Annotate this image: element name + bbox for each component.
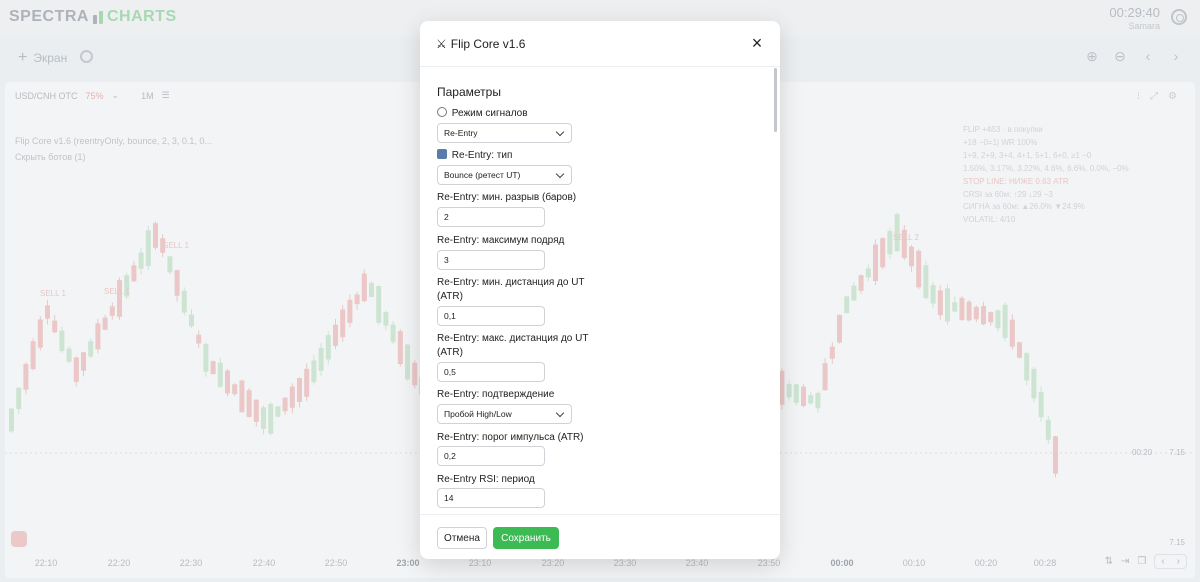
field-label-max-distance: Re-Entry: макс. дистанция до UT (ATR) — [437, 333, 589, 358]
dialog-footer: Отмена Сохранить — [420, 514, 780, 559]
select-value: Bounce (ретест UT) — [444, 170, 521, 180]
field-label-min-distance: Re-Entry: мин. дистанция до UT (ATR) — [437, 277, 585, 302]
dialog-body[interactable]: Параметры Режим сигналов Re-Entry Re-Ent… — [420, 68, 780, 514]
rsi-period-input[interactable]: 14 — [437, 488, 545, 508]
refresh-icon — [437, 149, 447, 159]
scrollbar-track[interactable] — [772, 68, 778, 514]
dialog-title-text: Flip Core v1.6 — [450, 37, 526, 51]
max-in-row-input[interactable]: 3 — [437, 250, 545, 270]
field-label-confirmation: Re-Entry: подтверждение — [437, 389, 555, 400]
field-label-max-in-row: Re-Entry: максимум подряд — [437, 235, 565, 246]
compass-icon — [437, 107, 447, 117]
field-label-impulse-threshold: Re-Entry: порог импульса (ATR) — [437, 432, 584, 443]
min-gap-input[interactable]: 2 — [437, 207, 545, 227]
cancel-button[interactable]: Отмена — [437, 527, 487, 549]
indicator-settings-dialog: ⚔ Flip Core v1.6 × Параметры Режим сигна… — [420, 21, 780, 559]
field-label-text: Режим сигналов — [451, 108, 528, 119]
close-icon[interactable]: × — [748, 34, 766, 52]
field-label-signal-mode: Режим сигналов — [437, 107, 528, 121]
chevron-down-icon — [555, 408, 565, 418]
chevron-down-icon — [555, 169, 565, 179]
field-label-min-gap: Re-Entry: мин. разрыв (баров) — [437, 192, 577, 203]
dialog-header: ⚔ Flip Core v1.6 × — [420, 21, 780, 67]
field-label-text: Re-Entry: тип — [451, 150, 513, 161]
field-label-rsi-period: Re-Entry RSI: период — [437, 474, 535, 485]
dialog-title: ⚔ Flip Core v1.6 — [436, 37, 525, 51]
min-distance-input[interactable]: 0,1 — [437, 306, 545, 326]
confirmation-select[interactable]: Пробой High/Low — [437, 404, 572, 424]
section-title: Параметры — [437, 85, 501, 99]
crossed-swords-icon: ⚔ — [436, 37, 447, 51]
scrollbar-thumb[interactable] — [774, 68, 777, 132]
save-button[interactable]: Сохранить — [493, 527, 559, 549]
select-value: Пробой High/Low — [444, 409, 512, 419]
reentry-type-select[interactable]: Bounce (ретест UT) — [437, 165, 572, 185]
select-value: Re-Entry — [444, 128, 478, 138]
max-distance-input[interactable]: 0,5 — [437, 362, 545, 382]
chevron-down-icon — [555, 127, 565, 137]
field-label-reentry-type: Re-Entry: тип — [437, 149, 512, 163]
impulse-threshold-input[interactable]: 0,2 — [437, 446, 545, 466]
signal-mode-select[interactable]: Re-Entry — [437, 123, 572, 143]
